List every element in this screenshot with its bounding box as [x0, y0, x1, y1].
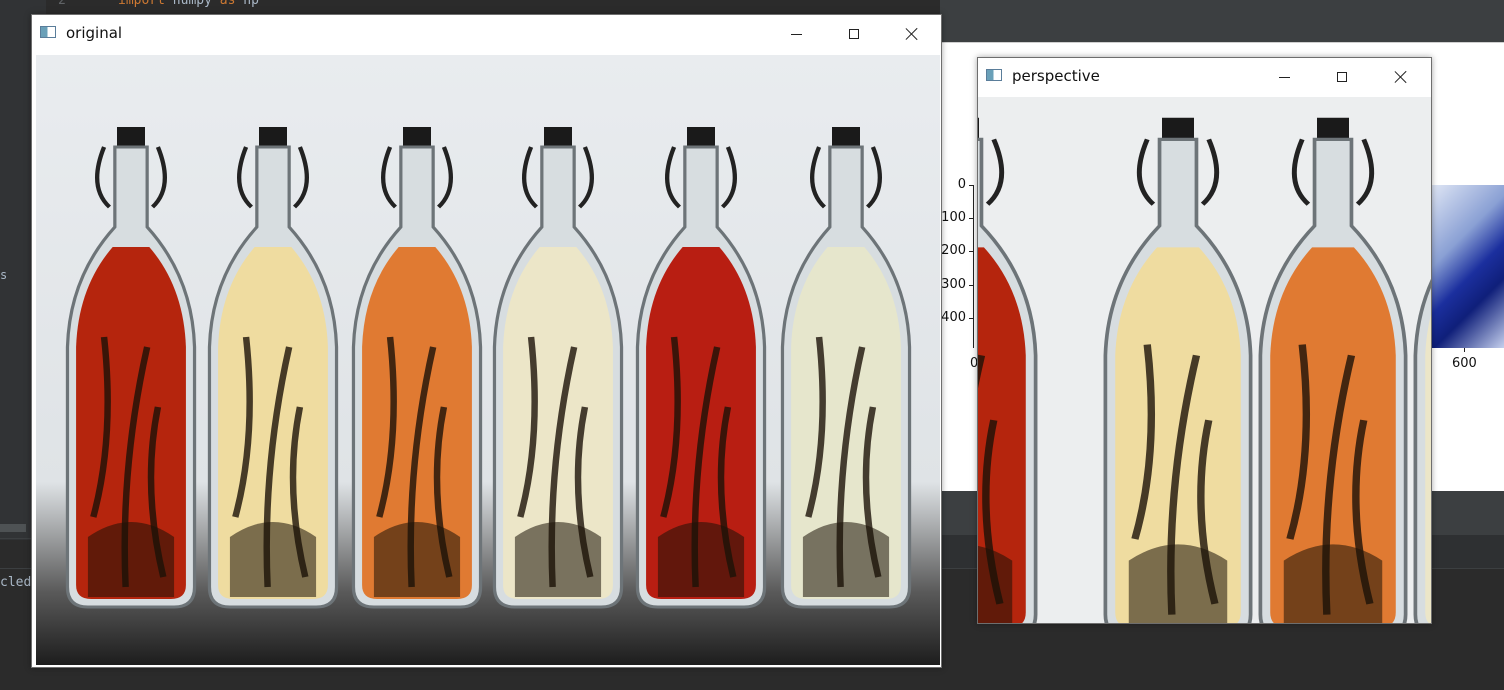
minimize-button[interactable]: [1261, 62, 1307, 92]
y-tick: [969, 285, 973, 286]
plot-image: [1430, 185, 1504, 348]
y-tick-label: 0: [957, 177, 966, 192]
window-original[interactable]: original: [31, 14, 942, 668]
keyword-import: import: [118, 0, 165, 8]
app-icon: [40, 26, 56, 38]
minimize-icon: [1278, 76, 1290, 78]
code-line: import numpy as np: [118, 0, 259, 8]
window-perspective[interactable]: perspective: [977, 57, 1432, 624]
bottle: [776, 117, 916, 621]
window-title: original: [66, 24, 123, 42]
close-button[interactable]: [889, 19, 935, 49]
y-tick: [969, 318, 973, 319]
bottle: [631, 117, 771, 621]
minimize-icon: [790, 33, 802, 35]
y-tick-label: 200: [941, 243, 966, 258]
bottle: [488, 117, 628, 621]
y-tick: [969, 218, 973, 219]
original-image: [36, 55, 940, 665]
x-tick-label: 600: [1452, 356, 1477, 371]
line-number: 2: [58, 0, 66, 8]
y-axis: [973, 185, 974, 348]
maximize-button[interactable]: [831, 19, 877, 49]
close-icon: [906, 28, 918, 40]
bottle: [978, 107, 1043, 623]
y-tick-label: 100: [941, 210, 966, 225]
bottle: [1253, 107, 1413, 623]
bottle: [61, 117, 201, 621]
close-icon: [1395, 71, 1407, 83]
y-tick: [969, 185, 973, 186]
title-bar[interactable]: perspective: [978, 58, 1431, 96]
app-icon: [986, 69, 1002, 81]
bottle: [1408, 107, 1431, 623]
perspective-image: [978, 97, 1431, 623]
y-tick-label: 300: [941, 277, 966, 292]
y-tick: [969, 251, 973, 252]
maximize-icon: [1337, 72, 1347, 82]
window-title: perspective: [1012, 67, 1100, 85]
keyword-as: as: [219, 0, 236, 8]
console-output: cled: [0, 575, 32, 590]
code-module: numpy: [164, 0, 220, 8]
x-tick: [1464, 348, 1465, 352]
code-alias: np: [235, 0, 259, 8]
bottle: [347, 117, 487, 621]
maximize-button[interactable]: [1319, 62, 1365, 92]
editor-edge-text: s: [0, 268, 8, 282]
y-tick-label: 400: [941, 310, 966, 325]
title-bar[interactable]: original: [32, 15, 941, 53]
minimize-button[interactable]: [773, 19, 819, 49]
maximize-icon: [849, 29, 859, 39]
bottle: [1098, 107, 1258, 623]
bottle: [203, 117, 343, 621]
close-button[interactable]: [1378, 62, 1424, 92]
horizontal-scrollbar[interactable]: [0, 524, 26, 532]
ide-top-right-panel: [940, 0, 1504, 42]
